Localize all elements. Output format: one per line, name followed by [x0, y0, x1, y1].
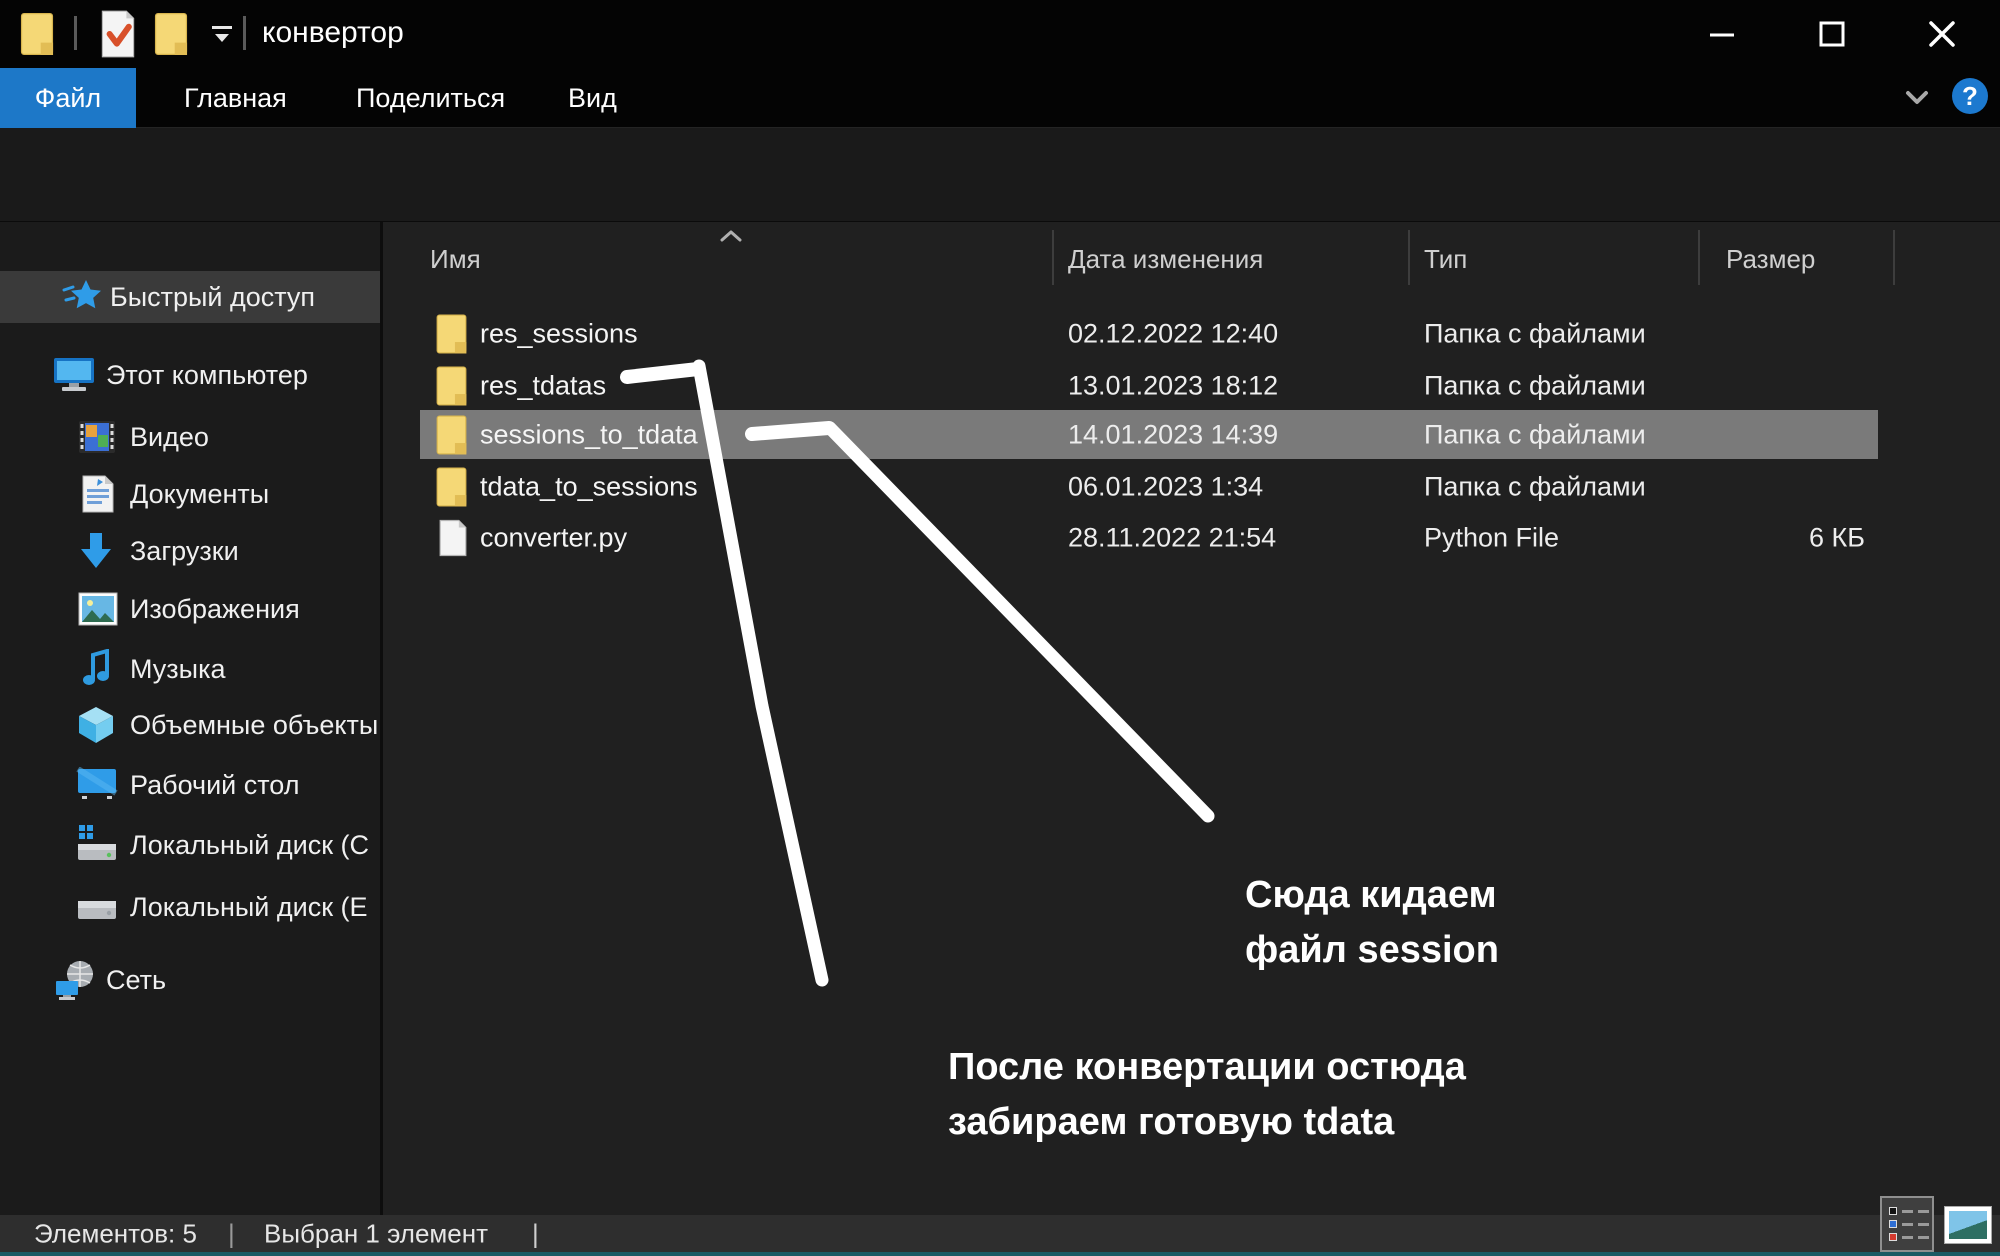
- sidebar-item-pictures[interactable]: Изображения: [0, 583, 380, 635]
- title-bar: конвертор: [0, 0, 2000, 68]
- pictures-icon: [78, 592, 118, 626]
- sidebar-item-music[interactable]: Музыка: [0, 643, 380, 695]
- sidebar-item-label: Быстрый доступ: [110, 282, 315, 313]
- desktop-icon: [76, 767, 118, 803]
- folder-icon: [435, 366, 468, 405]
- qat-separator: [243, 16, 246, 50]
- details-view-button[interactable]: [1880, 1196, 1934, 1252]
- folder-icon: [435, 415, 468, 454]
- 3d-objects-icon: [76, 705, 116, 745]
- folder-icon: [435, 467, 468, 506]
- column-header-size[interactable]: Размер: [1726, 244, 1815, 275]
- annotation-tdata-note: После конвертации остюда забираем готову…: [948, 1040, 1466, 1150]
- sidebar-item-local-disk-c[interactable]: Локальный диск (C: [0, 819, 380, 871]
- sidebar-item-local-disk-e[interactable]: Локальный диск (E: [0, 881, 380, 933]
- folder-icon: [435, 314, 468, 353]
- column-resize-handle[interactable]: [1052, 230, 1054, 285]
- sidebar-item-label: Загрузки: [130, 536, 239, 567]
- file-row-res-tdatas[interactable]: res_tdatas 13.01.2023 18:12 Папка с файл…: [383, 360, 2000, 411]
- system-drive-icon: [76, 824, 118, 866]
- sidebar-item-label: Документы: [130, 479, 269, 510]
- sidebar-item-label: Изображения: [130, 594, 300, 625]
- collapse-ribbon-icon[interactable]: [1902, 86, 1932, 110]
- qat-customize-icon[interactable]: [208, 24, 236, 46]
- thumbnail-icon: [1949, 1211, 1987, 1239]
- sidebar-item-label: Локальный диск (E: [130, 892, 368, 923]
- sidebar-item-this-pc[interactable]: Этот компьютер: [0, 349, 380, 401]
- column-header-name[interactable]: Имя: [430, 244, 481, 275]
- minimize-button[interactable]: [1692, 12, 1752, 56]
- large-icons-view-button[interactable]: [1944, 1206, 1992, 1244]
- selected-count[interactable]: Выбран 1 элемент: [264, 1218, 488, 1249]
- documents-icon: [82, 475, 114, 513]
- items-count: Элементов: 5: [34, 1218, 197, 1249]
- tab-home[interactable]: Главная: [158, 68, 313, 128]
- sidebar-item-label: Рабочий стол: [130, 770, 300, 801]
- file-explorer-window: конвертор Файл Главная Поделиться Вид ?: [0, 0, 2000, 1256]
- sidebar-item-label: Музыка: [130, 654, 226, 685]
- drive-icon: [76, 899, 118, 921]
- file-row-sessions-to-tdata-selected[interactable]: sessions_to_tdata 14.01.2023 14:39 Папка…: [383, 409, 2000, 460]
- file-row-tdata-to-sessions[interactable]: tdata_to_sessions 06.01.2023 1:34 Папка …: [383, 461, 2000, 512]
- help-icon[interactable]: ?: [1952, 78, 1988, 114]
- maximize-button[interactable]: [1802, 12, 1862, 56]
- sidebar-item-documents[interactable]: Документы: [0, 468, 380, 520]
- quick-access-star-icon: [62, 278, 102, 316]
- column-header-type[interactable]: Тип: [1424, 244, 1467, 275]
- properties-check-icon[interactable]: [101, 10, 135, 58]
- music-icon: [80, 649, 116, 689]
- folder-icon[interactable]: [20, 13, 54, 55]
- tab-share[interactable]: Поделиться: [330, 68, 531, 128]
- file-row-res-sessions[interactable]: res_sessions 02.12.2022 12:40 Папка с фа…: [383, 308, 2000, 359]
- qat-separator: [74, 16, 77, 50]
- window-bottom-edge: [0, 1252, 2000, 1256]
- ribbon-tab-bar: Файл Главная Поделиться Вид ?: [0, 68, 2000, 128]
- sidebar-item-videos[interactable]: Видео: [0, 411, 380, 463]
- status-separator: |: [532, 1218, 539, 1249]
- status-bar: Элементов: 5 | Выбран 1 элемент |: [0, 1215, 2000, 1252]
- sidebar-item-label: Локальный диск (C: [130, 830, 369, 861]
- navigation-bar: конвертор Поиск в: ...: [0, 128, 2000, 222]
- sidebar-item-label: Сеть: [106, 965, 166, 996]
- tab-view[interactable]: Вид: [542, 68, 643, 128]
- sidebar-item-label: Видео: [130, 422, 209, 453]
- close-button[interactable]: [1912, 12, 1972, 56]
- computer-icon: [52, 356, 96, 394]
- sidebar-item-network[interactable]: Сеть: [0, 954, 380, 1006]
- sidebar-item-label: Этот компьютер: [106, 360, 308, 391]
- column-header-date[interactable]: Дата изменения: [1068, 244, 1263, 275]
- video-icon: [78, 419, 116, 455]
- network-icon: [52, 959, 98, 1001]
- window-title: конвертор: [262, 16, 404, 50]
- sort-ascending-icon[interactable]: [718, 228, 744, 244]
- sidebar-item-label: Объемные объекты: [130, 710, 378, 741]
- tab-file[interactable]: Файл: [0, 68, 136, 128]
- downloads-icon: [77, 531, 115, 571]
- sidebar-item-quick-access[interactable]: Быстрый доступ: [0, 271, 380, 323]
- column-resize-handle[interactable]: [1698, 230, 1700, 285]
- sidebar-item-downloads[interactable]: Загрузки: [0, 525, 380, 577]
- column-resize-handle[interactable]: [1893, 230, 1895, 285]
- annotation-session-note: Сюда кидаем файл session: [1245, 868, 1499, 978]
- new-folder-icon[interactable]: [154, 13, 188, 55]
- status-separator: |: [228, 1218, 235, 1249]
- navigation-pane: Быстрый доступ Этот компьютер Видео Доку…: [0, 222, 380, 1215]
- column-resize-handle[interactable]: [1408, 230, 1410, 285]
- sidebar-item-3d-objects[interactable]: Объемные объекты: [0, 699, 380, 751]
- file-row-converter-py[interactable]: converter.py 28.11.2022 21:54 Python Fil…: [383, 512, 2000, 563]
- python-file-icon: [439, 519, 467, 557]
- sidebar-item-desktop[interactable]: Рабочий стол: [0, 759, 380, 811]
